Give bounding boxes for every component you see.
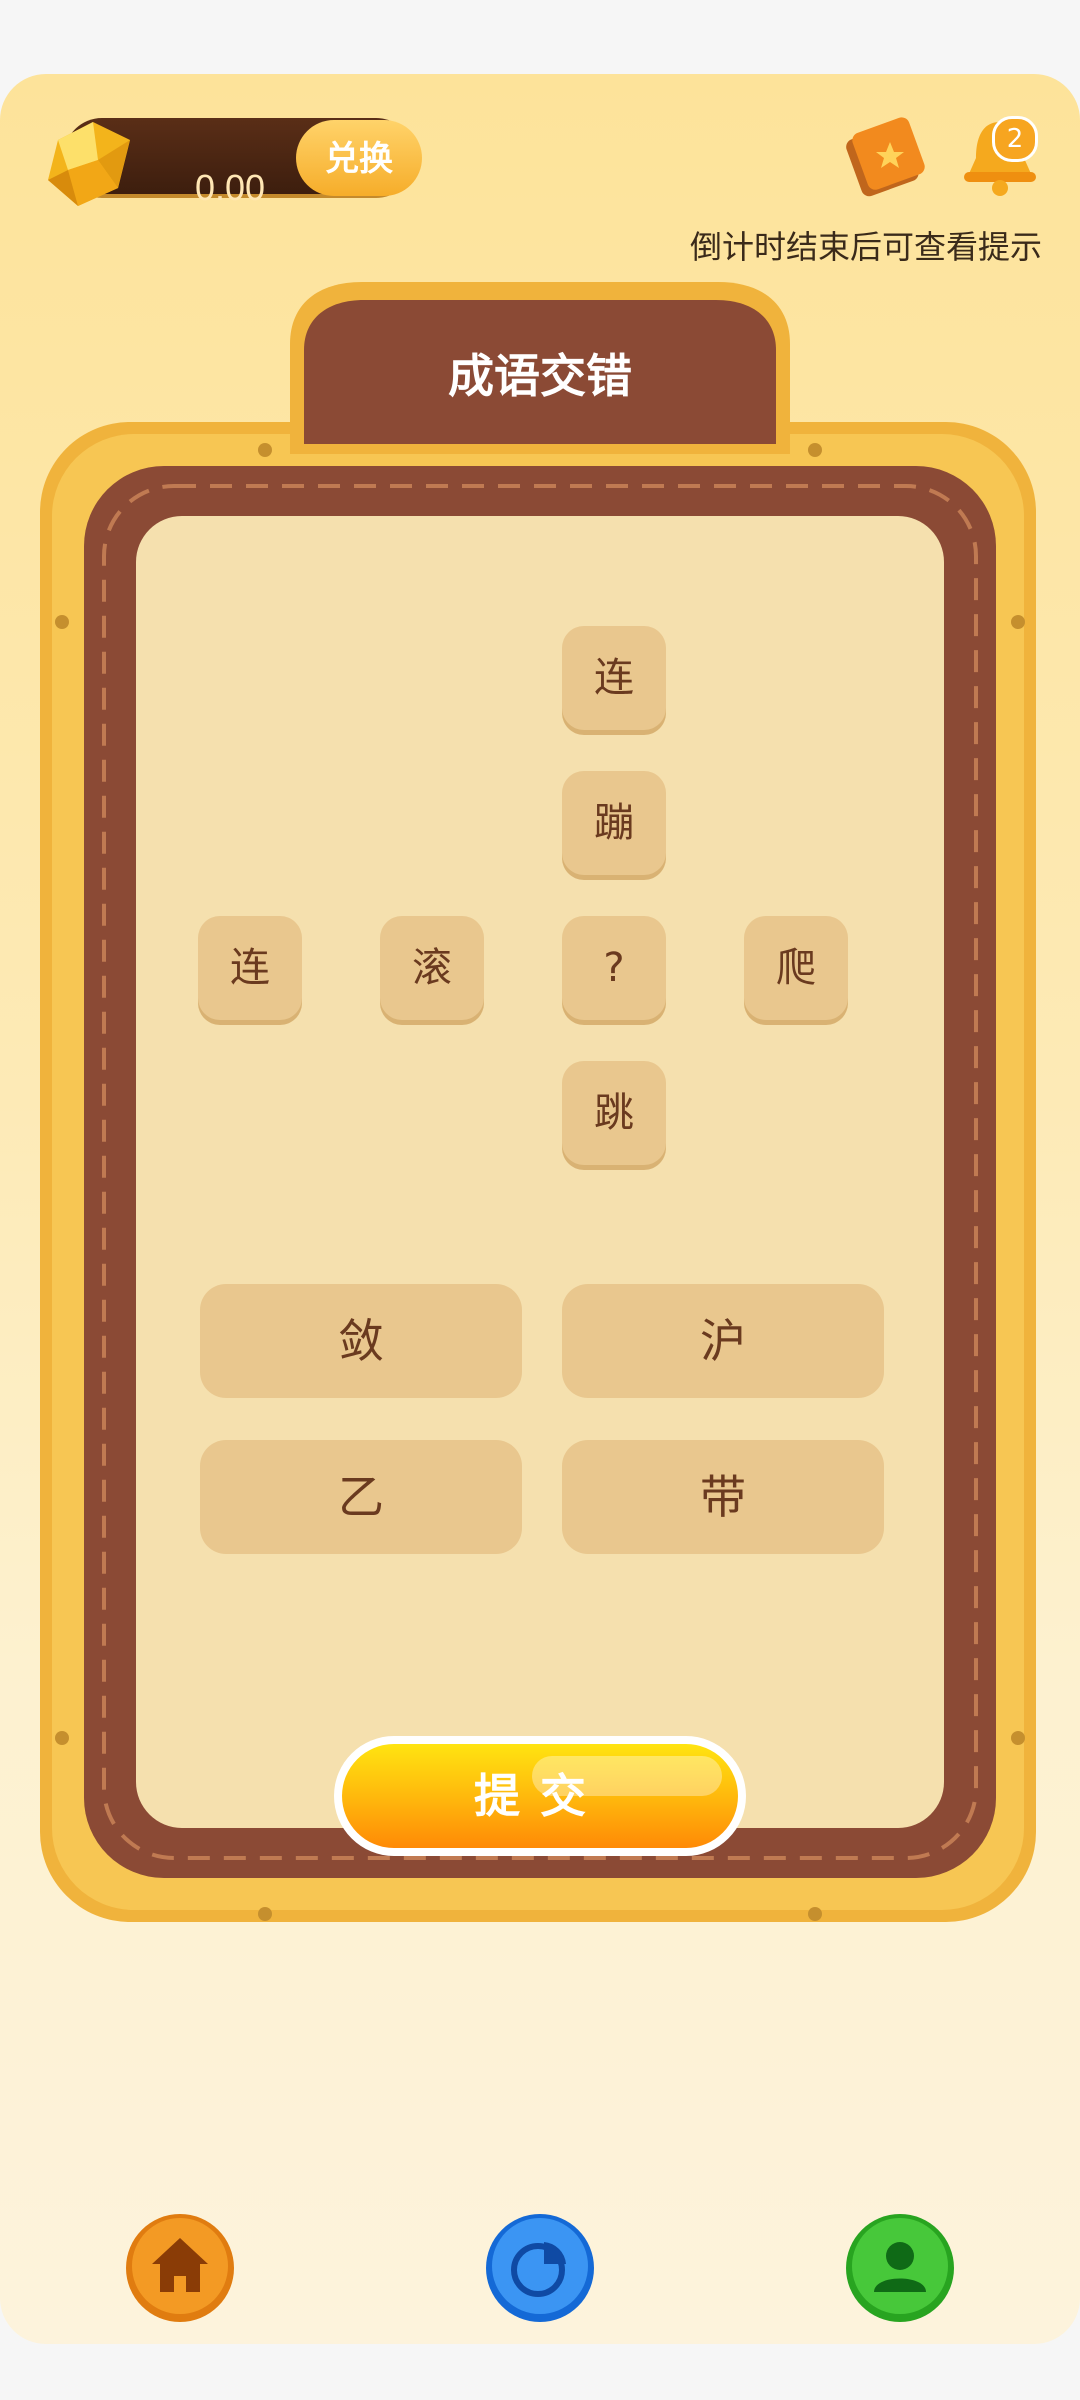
chart-icon[interactable] — [484, 2212, 596, 2324]
grid-cell: 连 — [562, 626, 666, 730]
grid-cell: 滚 — [380, 916, 484, 1020]
game-screen: 0.00 兑换 2 倒计时结束后可查看提示 成语交错 连 蹦 连 滚 ? 爬 跳… — [0, 74, 1080, 2344]
profile-icon[interactable] — [844, 2212, 956, 2324]
choice-button[interactable]: 乙 — [200, 1440, 522, 1554]
choice-button[interactable]: 带 — [562, 1440, 884, 1554]
choice-button[interactable]: 沪 — [562, 1284, 884, 1398]
submit-label: 提交 — [474, 1770, 606, 1822]
home-icon[interactable] — [124, 2212, 236, 2324]
choice-button[interactable]: 敛 — [200, 1284, 522, 1398]
submit-button[interactable]: 提交 — [334, 1736, 746, 1856]
blank-cell[interactable]: ? — [562, 916, 666, 1020]
submit-button-face: 提交 — [342, 1744, 738, 1848]
grid-cell: 爬 — [744, 916, 848, 1020]
grid-cell: 连 — [198, 916, 302, 1020]
grid-cell: 蹦 — [562, 771, 666, 875]
grid-cell: 跳 — [562, 1061, 666, 1165]
board-title: 成语交错 — [448, 349, 632, 403]
